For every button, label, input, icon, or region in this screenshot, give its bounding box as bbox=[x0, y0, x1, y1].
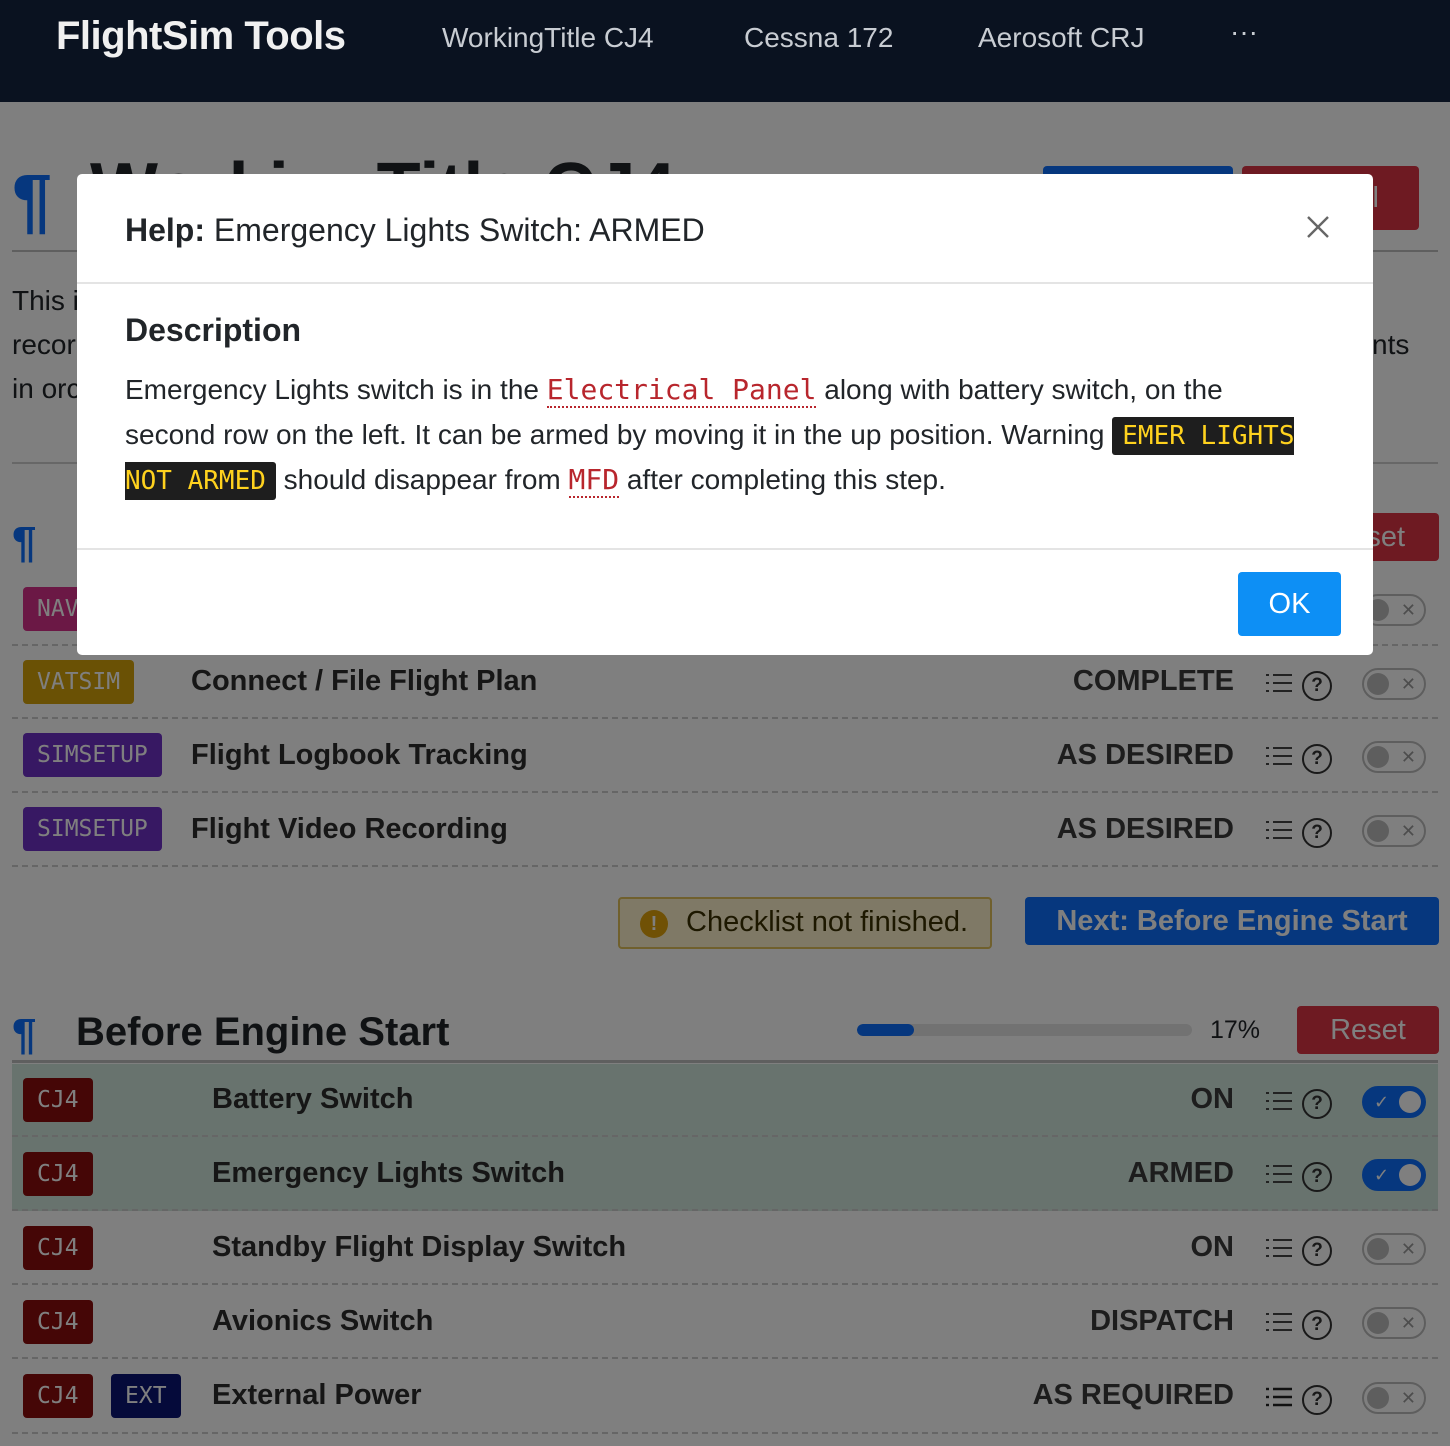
modal-footer: OK bbox=[77, 548, 1373, 655]
modal-header: Help: Emergency Lights Switch: ARMED bbox=[77, 174, 1373, 284]
nav-link-cessna-172[interactable]: Cessna 172 bbox=[744, 22, 893, 54]
modal-title-text: Emergency Lights Switch: ARMED bbox=[213, 212, 705, 248]
brand-logo[interactable]: FlightSim Tools bbox=[56, 14, 346, 59]
nav-link-cj4[interactable]: WorkingTitle CJ4 bbox=[442, 22, 654, 54]
nav-more-icon[interactable]: ··· bbox=[1230, 16, 1258, 48]
ok-button[interactable]: OK bbox=[1238, 572, 1341, 636]
description-heading: Description bbox=[125, 312, 302, 348]
modal-title-prefix: Help: bbox=[125, 212, 205, 248]
mfd-term[interactable]: MFD bbox=[568, 463, 620, 498]
close-icon[interactable] bbox=[1303, 212, 1333, 242]
help-modal: Help: Emergency Lights Switch: ARMED Des… bbox=[77, 174, 1373, 655]
description-text: Emergency Lights switch is in the Electr… bbox=[125, 368, 1305, 504]
nav-link-aerosoft-crj[interactable]: Aerosoft CRJ bbox=[978, 22, 1145, 54]
modal-title: Help: Emergency Lights Switch: ARMED bbox=[125, 212, 705, 249]
navbar: FlightSim Tools WorkingTitle CJ4 Cessna … bbox=[0, 0, 1450, 102]
electrical-panel-term[interactable]: Electrical Panel bbox=[546, 373, 817, 408]
modal-body: Description Emergency Lights switch is i… bbox=[77, 284, 1373, 550]
